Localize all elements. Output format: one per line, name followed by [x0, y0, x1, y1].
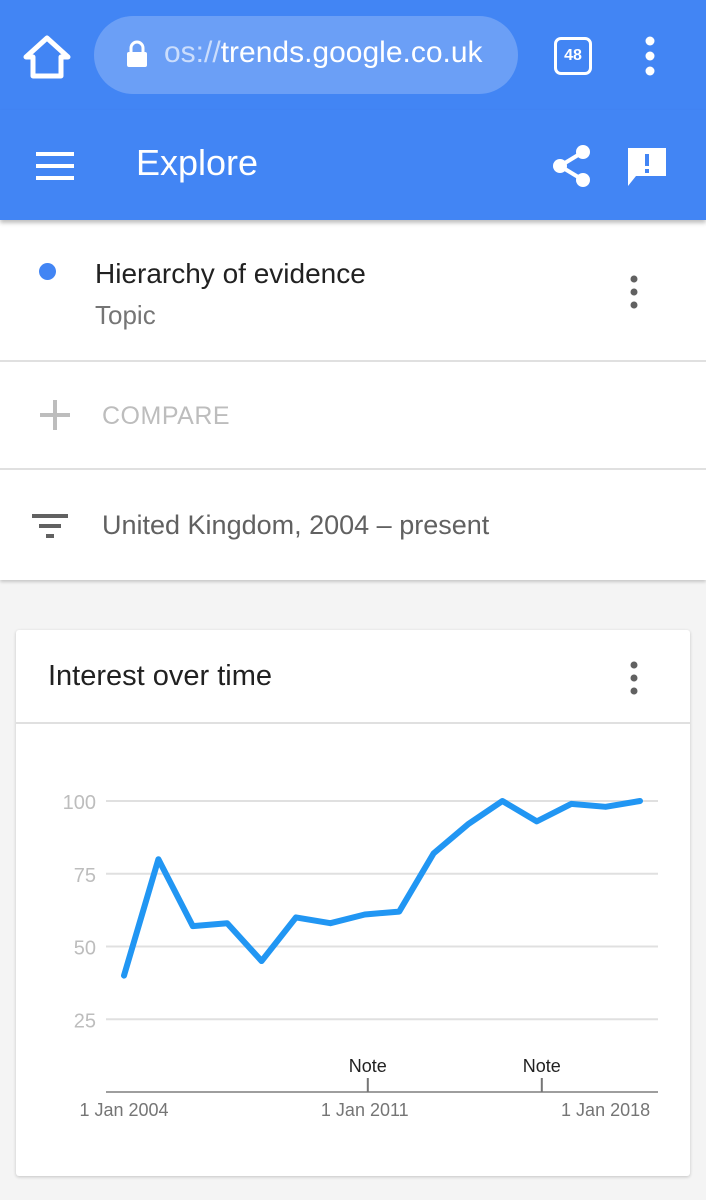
- interest-over-time-card: Interest over time 25 50 75 100 1 Jan 2004 1 …: [16, 630, 690, 1176]
- overflow-menu-icon[interactable]: [640, 36, 660, 76]
- y-tick-label: 50: [74, 938, 96, 960]
- url-scheme: os://: [164, 36, 221, 69]
- address-bar[interactable]: os://trends.google.co.uk: [94, 16, 518, 94]
- x-tick-label: 1 Jan 2004: [79, 1100, 168, 1120]
- compare-label: COMPARE: [102, 402, 231, 430]
- filter-summary: United Kingdom, 2004 – present: [102, 510, 490, 540]
- term-options-icon[interactable]: [626, 274, 642, 310]
- y-tick-label: 100: [63, 792, 96, 814]
- filter-row[interactable]: United Kingdom, 2004 – present: [0, 470, 706, 580]
- feedback-icon[interactable]: [624, 144, 670, 190]
- series-line: [121, 798, 643, 979]
- x-tick-label: 1 Jan 2011: [321, 1100, 409, 1120]
- plus-icon: [40, 400, 70, 430]
- search-terms-panel: Hierarchy of evidence Topic COMPARE Unit…: [0, 220, 706, 580]
- home-icon[interactable]: [22, 34, 72, 80]
- url-host: trends.google.co.uk: [220, 36, 483, 69]
- filter-icon: [32, 514, 68, 538]
- note-label: Note: [349, 1056, 387, 1076]
- compare-button[interactable]: COMPARE: [0, 362, 706, 470]
- search-term-row[interactable]: Hierarchy of evidence Topic: [0, 220, 706, 362]
- share-icon[interactable]: [550, 144, 594, 188]
- x-tick-label: 1 Jan 2018: [561, 1100, 650, 1120]
- term-color-dot: [39, 263, 56, 280]
- interest-chart: 25 50 75 100 1 Jan 2004 1 Jan 2011 1 Jan 2018 N…: [63, 792, 658, 1120]
- url-text: os://trends.google.co.uk: [164, 36, 483, 70]
- app-bar: Explore: [0, 110, 706, 220]
- tab-switcher-button[interactable]: 48: [554, 37, 592, 75]
- note-label: Note: [523, 1056, 561, 1076]
- hamburger-menu-icon[interactable]: [36, 152, 74, 180]
- y-tick-label: 75: [74, 865, 96, 887]
- lock-icon: [127, 40, 147, 67]
- term-type: Topic: [95, 300, 156, 330]
- y-tick-label: 25: [74, 1010, 96, 1032]
- term-name: Hierarchy of evidence: [95, 258, 366, 289]
- page-title: Explore: [136, 142, 259, 183]
- browser-toolbar: os://trends.google.co.uk 48: [0, 0, 706, 110]
